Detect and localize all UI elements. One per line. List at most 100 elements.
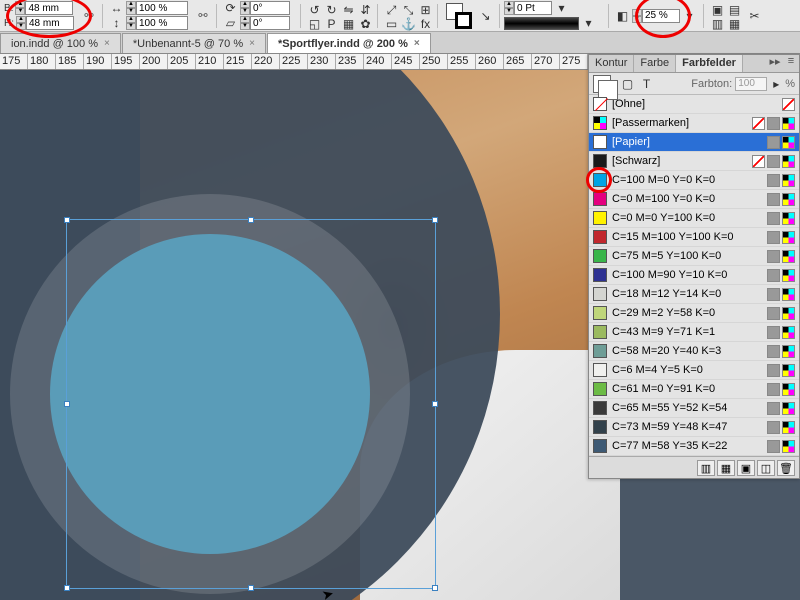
wrap-none-icon[interactable]: ▭: [383, 16, 400, 33]
swatch-row[interactable]: C=100 M=0 Y=0 K=0: [589, 171, 799, 190]
link-wh-icon[interactable]: ⚯: [82, 3, 96, 29]
cmyk-icon: [782, 288, 795, 301]
handle-mr[interactable]: [432, 401, 438, 407]
handle-tl[interactable]: [64, 217, 70, 223]
handle-bl[interactable]: [64, 585, 70, 591]
rotate-input[interactable]: [250, 1, 290, 15]
tab-farbe[interactable]: Farbe: [634, 55, 676, 72]
ruler-tick: 220: [252, 54, 280, 69]
delete-swatch-button[interactable]: 🗑: [777, 460, 795, 476]
tab-farbfelder[interactable]: Farbfelder: [676, 55, 743, 72]
panel-collapse-icon[interactable]: ▸▸: [767, 55, 783, 72]
swatch-chip: [593, 116, 607, 130]
swatches-panel: Kontur Farbe Farbfelder ▸▸ ≡ ▢ T Farbton…: [588, 54, 800, 479]
handle-tc[interactable]: [248, 217, 254, 223]
swatch-row[interactable]: C=65 M=55 Y=52 K=54: [589, 399, 799, 418]
swatch-row[interactable]: C=29 M=2 Y=58 K=0: [589, 304, 799, 323]
rotate-spinner[interactable]: ▲▼: [240, 1, 250, 15]
width-spinner[interactable]: ▲▼: [15, 1, 25, 15]
swatch-row[interactable]: C=61 M=0 Y=91 K=0: [589, 380, 799, 399]
swatch-label: [Schwarz]: [612, 155, 752, 167]
swatch-row[interactable]: [Passermarken]: [589, 114, 799, 133]
scaley-spinner[interactable]: ▲▼: [126, 16, 136, 30]
swatch-row[interactable]: [Schwarz]: [589, 152, 799, 171]
scale-y-icon: ↕: [108, 15, 125, 32]
tab-kontur[interactable]: Kontur: [589, 55, 634, 72]
show-list-icon[interactable]: ▥: [697, 460, 715, 476]
handle-bc[interactable]: [248, 585, 254, 591]
strokept-spinner[interactable]: ▲▼: [504, 1, 514, 15]
swatch-row[interactable]: C=43 M=9 Y=71 K=1: [589, 323, 799, 342]
shear-input[interactable]: [250, 16, 290, 30]
scale-y-input[interactable]: [136, 16, 188, 30]
wrap-3-icon[interactable]: ▥: [709, 16, 726, 33]
swatch-row[interactable]: C=73 M=59 Y=48 K=47: [589, 418, 799, 437]
document-tab[interactable]: *Sportflyer.indd @ 200 %×: [267, 33, 431, 53]
anchor-icon[interactable]: ⚓: [400, 16, 417, 33]
close-tab-icon[interactable]: ×: [414, 38, 420, 49]
scalex-spinner[interactable]: ▲▼: [126, 1, 136, 15]
handle-ml[interactable]: [64, 401, 70, 407]
new-swatch-2-button[interactable]: ◫: [757, 460, 775, 476]
swatch-chip: [593, 287, 607, 301]
opacity-input[interactable]: [642, 9, 680, 23]
stroke-weight-input[interactable]: [514, 1, 552, 15]
swatch-row[interactable]: C=0 M=0 Y=100 K=0: [589, 209, 799, 228]
effects-icon[interactable]: fx: [417, 16, 434, 33]
swatch-meta-icons: [767, 136, 795, 149]
swatch-row[interactable]: C=75 M=5 Y=100 K=0: [589, 247, 799, 266]
stroke-style-preview[interactable]: [504, 17, 579, 30]
width-input[interactable]: [25, 1, 73, 15]
handle-tr[interactable]: [432, 217, 438, 223]
swatch-row[interactable]: C=0 M=100 Y=0 K=0: [589, 190, 799, 209]
panel-menu-icon[interactable]: ≡: [783, 55, 799, 72]
swatch-row[interactable]: C=6 M=4 Y=5 K=0: [589, 361, 799, 380]
swap-fill-stroke-icon[interactable]: ↘: [477, 7, 494, 24]
swatch-row[interactable]: C=77 M=58 Y=35 K=22: [589, 437, 799, 456]
document-tab[interactable]: *Unbenannt-5 @ 70 %×: [122, 33, 266, 53]
select-container-icon[interactable]: ◱: [306, 16, 323, 33]
close-tab-icon[interactable]: ×: [249, 38, 255, 49]
close-tab-icon[interactable]: ×: [104, 38, 110, 49]
show-thumb-icon[interactable]: ▦: [717, 460, 735, 476]
swatch-row[interactable]: [Ohne]: [589, 95, 799, 114]
opacity-icon: ◧: [614, 7, 631, 24]
stroke-style-dropdown-icon[interactable]: ▾: [580, 15, 597, 32]
select-content-icon[interactable]: P: [323, 16, 340, 33]
shear-spinner[interactable]: ▲▼: [240, 16, 250, 30]
swatch-row[interactable]: C=18 M=12 Y=14 K=0: [589, 285, 799, 304]
swatch-meta-icons: [767, 326, 795, 339]
handle-br[interactable]: [432, 585, 438, 591]
spot-icon: [767, 174, 780, 187]
swatch-row[interactable]: C=58 M=20 Y=40 K=3: [589, 342, 799, 361]
scale-x-input[interactable]: [136, 1, 188, 15]
panel-text-icon[interactable]: T: [638, 75, 655, 92]
panel-object-icon[interactable]: ▢: [619, 75, 636, 92]
swatch-chip: [593, 230, 607, 244]
swatch-row[interactable]: C=100 M=90 Y=10 K=0: [589, 266, 799, 285]
stroke-weight-dropdown-icon[interactable]: ▾: [553, 0, 570, 17]
cmyk-icon: [782, 231, 795, 244]
height-spinner[interactable]: ▲▼: [16, 16, 26, 30]
height-input[interactable]: [26, 16, 74, 30]
tint-dropdown-icon[interactable]: ▸: [771, 75, 781, 92]
selection-frame[interactable]: [66, 219, 436, 589]
swatch-meta-icons: [767, 421, 795, 434]
swatch-chip: [593, 211, 607, 225]
swatch-row[interactable]: [Papier]: [589, 133, 799, 152]
swatch-label: C=65 M=55 Y=52 K=54: [612, 402, 767, 414]
new-swatch-button[interactable]: ▣: [737, 460, 755, 476]
opacity-spinner[interactable]: ▲▼: [632, 9, 642, 23]
fill-stroke-swatch[interactable]: [446, 3, 472, 29]
panel-fill-stroke-swatch[interactable]: [593, 75, 611, 93]
opacity-dropdown-icon[interactable]: ▾: [681, 7, 698, 24]
swatch-meta-icons: [767, 269, 795, 282]
tint-input[interactable]: [735, 77, 767, 91]
align-btn-icon[interactable]: ▦: [340, 16, 357, 33]
wrap-4-icon[interactable]: ▦: [726, 16, 743, 33]
link-scale-icon[interactable]: ⚯: [196, 3, 210, 29]
swatch-row[interactable]: C=15 M=100 Y=100 K=0: [589, 228, 799, 247]
crop-icon[interactable]: ✂: [746, 7, 763, 24]
pathfinder-icon[interactable]: ✿: [357, 16, 374, 33]
document-tab[interactable]: ion.indd @ 100 %×: [0, 33, 121, 53]
